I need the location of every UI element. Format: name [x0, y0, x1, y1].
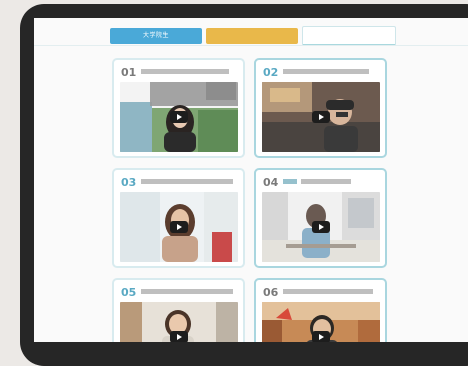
tab-third[interactable] — [302, 26, 396, 46]
card-number: 05 — [121, 286, 137, 299]
video-card-04[interactable]: 04 — [254, 168, 387, 268]
video-card-05[interactable]: 05 — [112, 278, 245, 342]
caption-text-block — [141, 289, 233, 294]
video-card-01[interactable]: 01 — [112, 58, 245, 158]
play-icon[interactable] — [312, 111, 330, 123]
play-icon[interactable] — [170, 331, 188, 342]
card-number: 04 — [263, 176, 279, 189]
video-thumbnail[interactable] — [120, 192, 238, 262]
card-number: 01 — [121, 66, 137, 79]
tab-bar: 大学院生 — [34, 18, 468, 52]
tab-graduate[interactable]: 大学院生 — [110, 28, 202, 44]
card-number: 06 — [263, 286, 279, 299]
video-thumbnail[interactable] — [262, 192, 380, 262]
caption-text-block — [283, 289, 373, 294]
video-card-06[interactable]: 06 — [254, 278, 387, 342]
caption-text-block — [141, 179, 233, 184]
card-number: 02 — [263, 66, 279, 79]
page-screen: 大学院生 01 02 03 04 05 06 — [34, 18, 468, 342]
card-number: 03 — [121, 176, 137, 189]
video-thumbnail[interactable] — [262, 82, 380, 152]
video-thumbnail[interactable] — [120, 302, 238, 342]
caption-text-block — [141, 69, 229, 74]
video-card-02[interactable]: 02 — [254, 58, 387, 158]
tab-divider — [34, 45, 468, 46]
caption-text-block — [301, 179, 351, 184]
play-icon[interactable] — [170, 111, 188, 123]
video-card-03[interactable]: 03 — [112, 168, 245, 268]
play-icon[interactable] — [170, 221, 188, 233]
video-thumbnail[interactable] — [120, 82, 238, 152]
play-icon[interactable] — [312, 221, 330, 233]
tab-second[interactable] — [206, 28, 298, 44]
caption-text-block — [283, 69, 369, 74]
caption-highlight — [283, 179, 297, 184]
video-thumbnail[interactable] — [262, 302, 380, 342]
play-icon[interactable] — [312, 331, 330, 342]
